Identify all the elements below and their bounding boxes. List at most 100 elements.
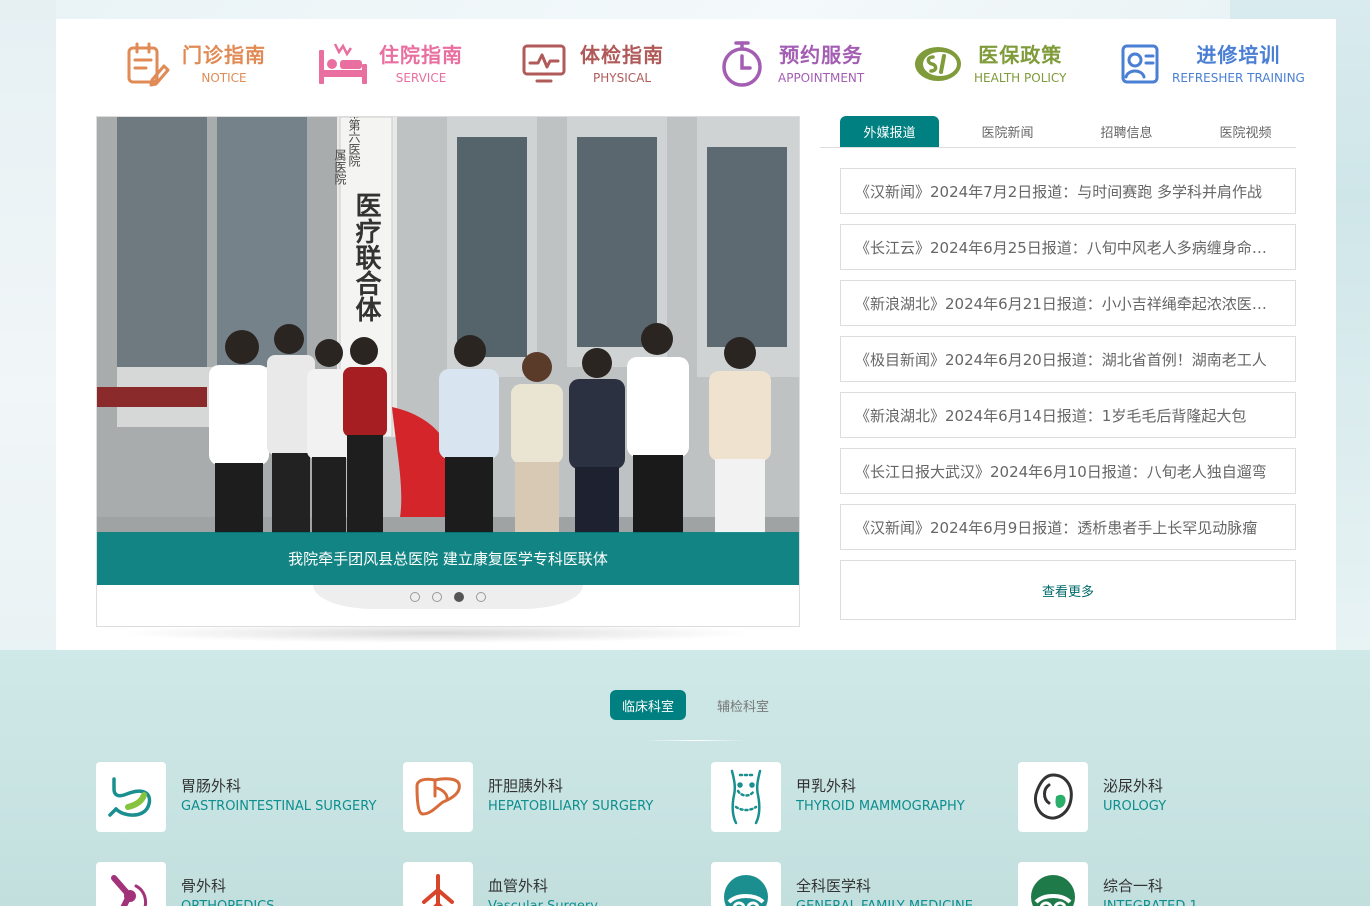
department-urology[interactable]: 泌尿外科 UROLOGY [1018, 762, 1318, 832]
news-item-title: 《长江日报大武汉》2024年6月10日报道：八旬老人独自遛弯 [855, 462, 1267, 481]
news-item-title: 《新浪湖北》2024年6月21日报道：小小吉祥绳牵起浓浓医患情 [855, 294, 1281, 313]
tab-hospital-videos[interactable]: 医院视频 [1196, 116, 1295, 147]
integrated-logo-icon [1018, 862, 1088, 906]
nav-sublabel: SERVICE [395, 71, 447, 85]
torso-icon [711, 762, 781, 832]
department-name: 泌尿外科 [1103, 777, 1164, 795]
carousel-dots [97, 592, 799, 602]
news-item[interactable]: 《汉新闻》2024年6月9日报道：透析患者手上长罕见动脉瘤 [840, 504, 1296, 550]
departments-section: 临床科室 辅检科室 胃肠外科 GASTROINTESTINAL SURGERY … [0, 650, 1370, 906]
hospital-bed-icon [317, 39, 369, 89]
department-name-en: Vascular Surgery [488, 898, 598, 906]
news-item-title: 《新浪湖北》2024年6月14日报道：1岁毛毛后背隆起大包 [855, 406, 1247, 425]
news-item[interactable]: 《长江云》2024年6月25日报道：八旬中风老人多病缠身命悬一线 [840, 224, 1296, 270]
news-item[interactable]: 《长江日报大武汉》2024年6月10日报道：八旬老人独自遛弯 [840, 448, 1296, 494]
nav-outpatient-guide[interactable]: 门诊指南 NOTICE [120, 39, 266, 89]
carousel-dot-2[interactable] [432, 592, 442, 602]
tab-hospital-news[interactable]: 医院新闻 [958, 116, 1057, 147]
carousel-photo-illustration: 医疗联合体 市第六医院 属医院 [97, 117, 799, 585]
nav-sublabel: NOTICE [201, 71, 247, 85]
news-item-title: 《长江云》2024年6月25日报道：八旬中风老人多病缠身命悬一线 [855, 238, 1281, 257]
department-general-family-medicine[interactable]: 全科医学科 GENERAL FAMILY MEDICINE [711, 862, 1011, 906]
nav-label: 住院指南 [379, 43, 463, 67]
nav-sublabel: PHYSICAL [592, 71, 652, 85]
department-name-en: GASTROINTESTINAL SURGERY [181, 799, 377, 814]
news-carousel[interactable]: 医疗联合体 市第六医院 属医院 我院牵手团风县总医院 建立康复医学专科医联体 [96, 116, 800, 627]
nav-physical-exam-guide[interactable]: 体检指南 PHYSICAL [518, 39, 664, 89]
news-item-title: 《汉新闻》2024年7月2日报道：与时间赛跑 多学科并肩作战 [855, 182, 1263, 201]
general-medicine-logo-icon [711, 862, 781, 906]
news-item-title: 《极目新闻》2024年6月20日报道：湖北省首例！湖南老工人 [855, 350, 1267, 369]
liver-icon [403, 762, 473, 832]
carousel-photo[interactable]: 医疗联合体 市第六医院 属医院 我院牵手团风县总医院 建立康复医学专科医联体 [97, 117, 799, 585]
nav-inpatient-guide[interactable]: 住院指南 SERVICE [317, 39, 463, 89]
department-name: 甲乳外科 [796, 777, 857, 795]
carousel-dot-3[interactable] [454, 592, 464, 602]
trainee-profile-icon [1118, 39, 1162, 89]
quick-nav: 门诊指南 NOTICE 住院指南 SERVICE 体检指南 PHYSICAL 预… [56, 19, 1336, 116]
tab-media-reports[interactable]: 外媒报道 [840, 116, 939, 147]
nav-health-policy[interactable]: 医保政策 HEALTH POLICY [912, 39, 1066, 89]
department-gastrointestinal-surgery[interactable]: 胃肠外科 GASTROINTESTINAL SURGERY [96, 762, 396, 832]
main-card: 门诊指南 NOTICE 住院指南 SERVICE 体检指南 PHYSICAL 预… [56, 19, 1336, 650]
knee-joint-icon [96, 862, 166, 906]
carousel-dot-4[interactable] [476, 592, 486, 602]
nav-refresher-training[interactable]: 进修培训 REFRESHER TRAINING [1118, 39, 1305, 89]
news-panel: 外媒报道 医院新闻 招聘信息 医院视频 《汉新闻》2024年7月2日报道：与时间… [820, 116, 1296, 624]
news-item[interactable]: 《新浪湖北》2024年6月21日报道：小小吉祥绳牵起浓浓医患情 [840, 280, 1296, 326]
blood-vessel-icon [403, 862, 473, 906]
department-divider [645, 740, 745, 741]
nav-label: 门诊指南 [182, 43, 266, 67]
department-name: 血管外科 [488, 877, 549, 895]
department-name: 全科医学科 [796, 877, 872, 895]
department-orthopedics[interactable]: 骨外科 ORTHOPEDICS [96, 862, 396, 906]
news-tabs: 外媒报道 医院新闻 招聘信息 医院视频 [820, 116, 1296, 148]
news-item[interactable]: 《新浪湖北》2024年6月14日报道：1岁毛毛后背隆起大包 [840, 392, 1296, 438]
carousel-caption: 我院牵手团风县总医院 建立康复医学专科医联体 [288, 550, 608, 568]
department-name: 骨外科 [181, 877, 227, 895]
stopwatch-icon [716, 39, 768, 89]
news-item[interactable]: 《极目新闻》2024年6月20日报道：湖北省首例！湖南老工人 [840, 336, 1296, 382]
department-name: 综合一科 [1103, 877, 1164, 895]
monitor-pulse-icon [518, 39, 570, 89]
carousel-dots-area [97, 585, 799, 627]
carousel-dot-1[interactable] [410, 592, 420, 602]
department-name: 胃肠外科 [181, 777, 242, 795]
nav-sublabel: HEALTH POLICY [974, 71, 1067, 85]
department-vascular-surgery[interactable]: 血管外科 Vascular Surgery [403, 862, 703, 906]
nav-sublabel: REFRESHER TRAINING [1172, 71, 1305, 85]
department-integrated-1[interactable]: 综合一科 INTEGRATED 1 [1018, 862, 1318, 906]
view-more-button[interactable]: 查看更多 [840, 560, 1296, 620]
news-list: 《汉新闻》2024年7月2日报道：与时间赛跑 多学科并肩作战 《长江云》2024… [840, 168, 1296, 560]
stomach-icon [96, 762, 166, 832]
news-item[interactable]: 《汉新闻》2024年7月2日报道：与时间赛跑 多学科并肩作战 [840, 168, 1296, 214]
department-name-en: INTEGRATED 1 [1103, 898, 1198, 906]
department-name-en: GENERAL FAMILY MEDICINE [796, 898, 973, 906]
clipboard-pen-icon [120, 39, 172, 89]
news-item-title: 《汉新闻》2024年6月9日报道：透析患者手上长罕见动脉瘤 [855, 518, 1258, 537]
nav-sublabel: APPOINTMENT [778, 71, 865, 85]
nav-label: 体检指南 [580, 43, 664, 67]
department-name-en: HEPATOBILIARY SURGERY [488, 799, 654, 814]
background-decoration-left [0, 0, 56, 650]
carousel-caption-bar[interactable]: 我院牵手团风县总医院 建立康复医学专科医联体 [97, 532, 799, 585]
department-name-en: UROLOGY [1103, 799, 1167, 814]
nav-label: 医保政策 [978, 43, 1063, 67]
department-tabs: 临床科室 辅检科室 [0, 690, 1370, 720]
nav-appointment-service[interactable]: 预约服务 APPOINTMENT [716, 39, 864, 89]
kidney-icon [1018, 762, 1088, 832]
signboard-sub-text: 属医院 [333, 149, 347, 185]
tab-auxiliary-departments[interactable]: 辅检科室 [705, 690, 781, 720]
signboard-char: 医疗联合体 [351, 192, 381, 322]
department-thyroid-mammography[interactable]: 甲乳外科 THYROID MAMMOGRAPHY [711, 762, 1011, 832]
department-name-en: ORTHOPEDICS [181, 898, 275, 906]
si-logo-icon [912, 39, 964, 89]
nav-label: 预约服务 [779, 43, 864, 67]
department-name-en: THYROID MAMMOGRAPHY [796, 799, 965, 814]
tab-recruitment[interactable]: 招聘信息 [1077, 116, 1176, 147]
signboard-top-text: 市第六医院 [347, 117, 361, 167]
department-hepatobiliary-surgery[interactable]: 肝胆胰外科 HEPATOBILIARY SURGERY [403, 762, 703, 832]
nav-label: 进修培训 [1196, 43, 1281, 67]
tab-clinical-departments[interactable]: 临床科室 [610, 690, 686, 720]
department-name: 肝胆胰外科 [488, 777, 564, 795]
